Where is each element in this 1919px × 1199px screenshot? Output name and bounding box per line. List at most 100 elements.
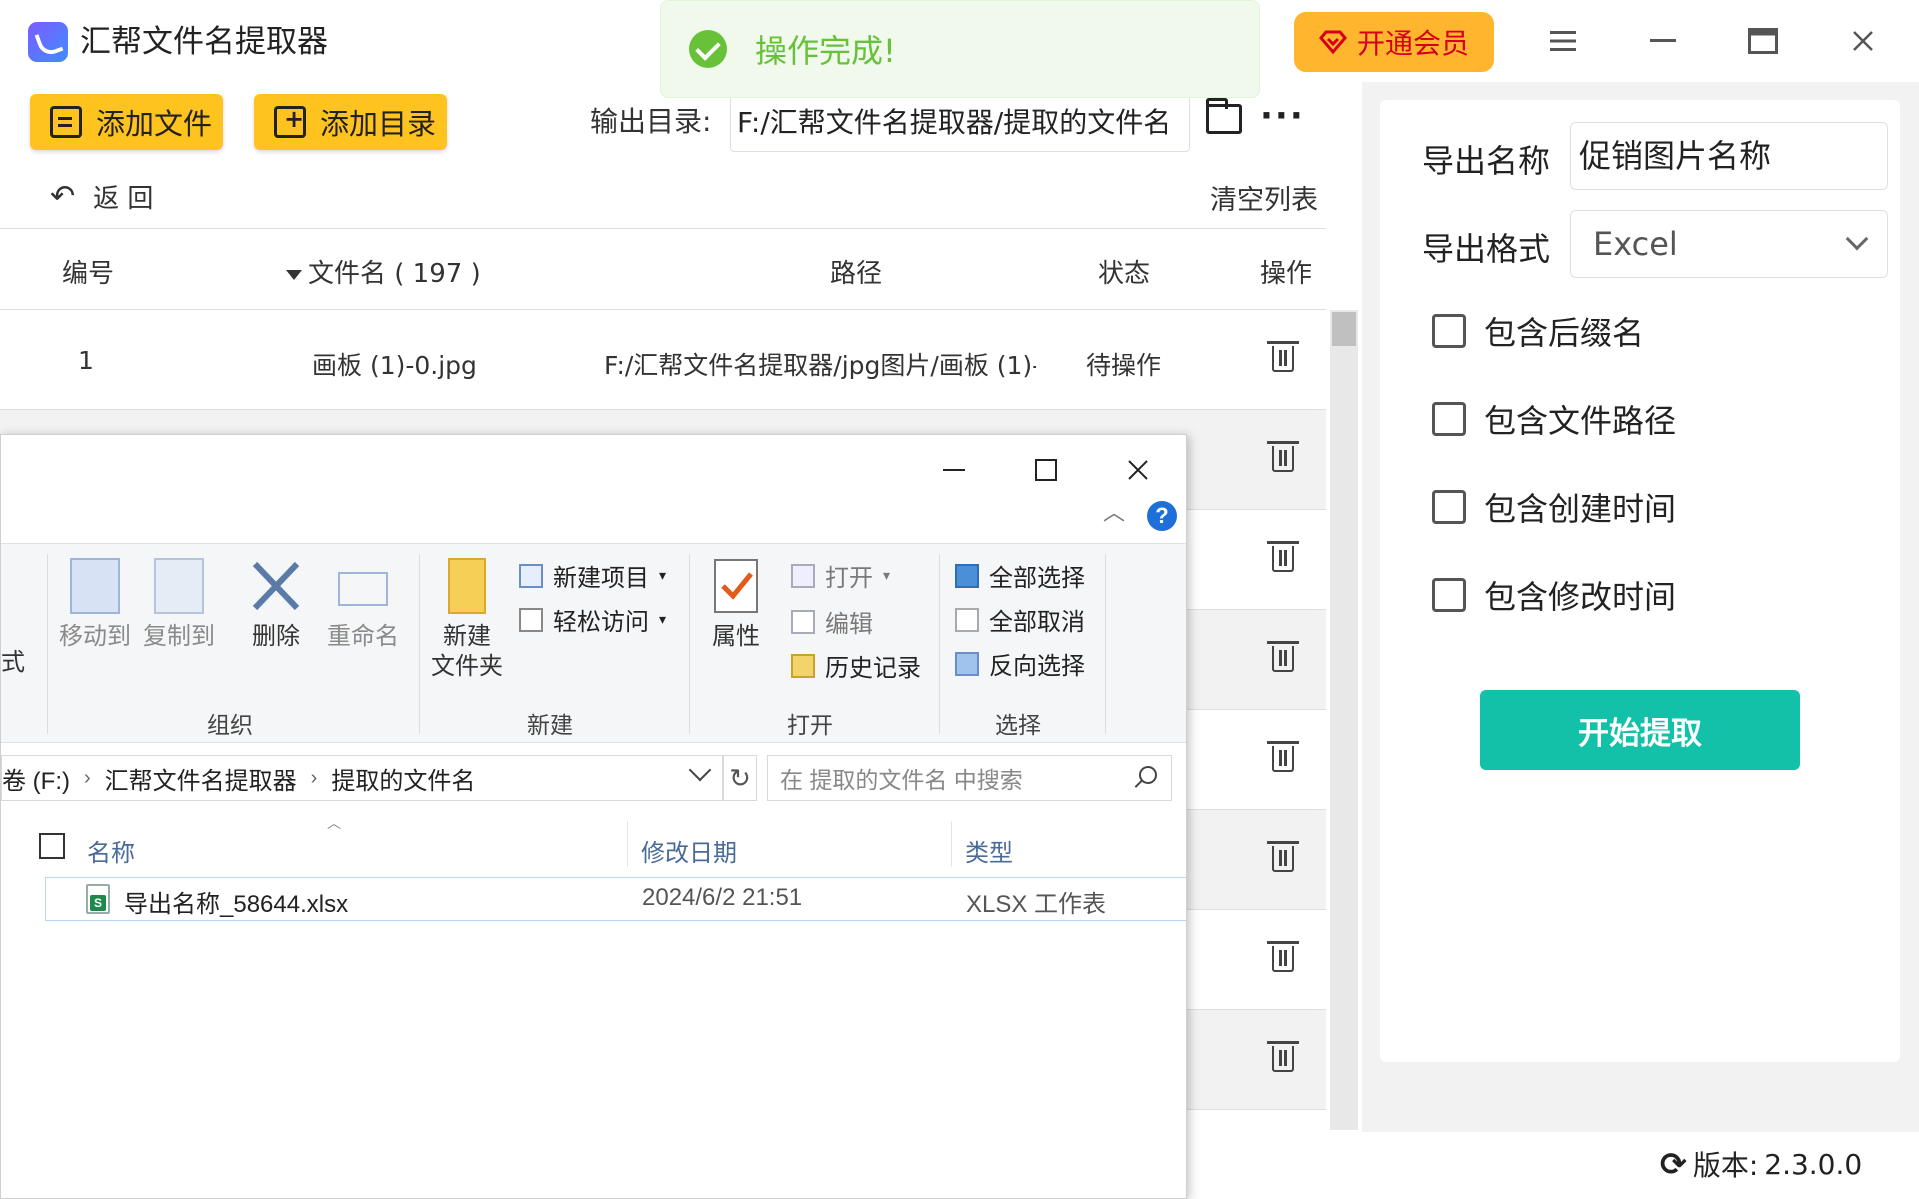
checkbox-box[interactable] (1432, 490, 1466, 524)
column-name[interactable]: 名称 (87, 833, 135, 868)
select-group-label: 选择 (995, 712, 1041, 738)
select-all-label: 全部选择 (989, 565, 1085, 592)
column-separator[interactable] (627, 821, 628, 867)
back-button[interactable]: ↶ 返 回 (50, 178, 153, 215)
include-path-checkbox[interactable]: 包含文件路径 (1432, 396, 1676, 442)
output-dir-input[interactable]: F:/汇帮文件名提取器/提取的文件名 (730, 94, 1190, 152)
column-separator[interactable] (951, 821, 952, 867)
folder-open-icon[interactable] (1206, 98, 1242, 134)
checkbox-box[interactable] (1432, 578, 1466, 612)
trash-icon[interactable] (1267, 741, 1299, 772)
select-none-icon (955, 607, 979, 632)
new-item-button[interactable]: 新建项目 ▾ (519, 558, 666, 593)
new-item-icon (519, 563, 543, 588)
add-folder-icon (274, 105, 306, 138)
ribbon-separator (939, 554, 940, 734)
copy-to-button[interactable]: 复制到 (143, 558, 215, 652)
export-settings-panel: 导出名称 促销图片名称 导出格式 Excel 包含后缀名 包含文件路径 包含创建… (1380, 100, 1900, 1062)
checkbox-box[interactable] (1432, 314, 1466, 348)
table-row: 1 画板 (1)-0.jpg F:/汇帮文件名提取器/jpg图片/画板 (1)-… (0, 310, 1326, 410)
explorer-refresh-button[interactable]: ↻ (723, 755, 757, 801)
breadcrumb-folder[interactable]: 汇帮文件名提取器 (105, 761, 297, 796)
breadcrumb-drive[interactable]: 卷 (F:) (2, 761, 70, 796)
breadcrumb-folder-current[interactable]: 提取的文件名 (331, 761, 475, 796)
explorer-close-button[interactable] (1113, 445, 1163, 495)
open-label: 打开 (825, 565, 873, 592)
minimize-icon (1650, 39, 1676, 42)
history-button[interactable]: 历史记录 (791, 648, 921, 683)
table-scrollbar[interactable] (1330, 310, 1358, 1130)
invert-selection-label: 反向选择 (989, 653, 1085, 680)
checkbox-label: 包含后缀名 (1484, 314, 1645, 352)
select-none-button[interactable]: 全部取消 (955, 602, 1085, 637)
refresh-icon[interactable]: ⟳ (1660, 1145, 1687, 1183)
column-type[interactable]: 类型 (965, 833, 1013, 868)
diamond-icon (1319, 30, 1347, 55)
close-button[interactable] (1840, 18, 1886, 64)
trash-icon[interactable] (1267, 541, 1299, 572)
file-modified-date: 2024/6/2 21:51 (642, 884, 803, 911)
help-icon[interactable]: ? (1147, 501, 1177, 531)
delete-button[interactable]: 删除 (251, 558, 301, 652)
trash-icon[interactable] (1267, 641, 1299, 672)
select-all-button[interactable]: 全部选择 (955, 558, 1085, 593)
edit-button[interactable]: 编辑 (791, 604, 873, 639)
undo-arrow-icon: ↶ (50, 179, 76, 214)
minimize-button[interactable] (1640, 18, 1686, 64)
trash-icon[interactable] (1267, 341, 1299, 372)
select-all-checkbox[interactable] (39, 833, 65, 859)
maximize-button[interactable] (1740, 18, 1786, 64)
ribbon-separator (419, 554, 420, 734)
column-status: 状态 (1098, 259, 1151, 289)
clear-list-button[interactable]: 清空列表 (1210, 178, 1318, 217)
back-label: 返 回 (93, 184, 154, 214)
excel-file-icon (86, 884, 110, 914)
properties-button[interactable]: 属性 (711, 558, 761, 652)
explorer-minimize-button[interactable] (929, 445, 979, 495)
explorer-search-input[interactable]: 在 提取的文件名 中搜索 (767, 755, 1172, 801)
easy-access-icon (519, 607, 543, 632)
checkbox-label: 包含文件路径 (1484, 402, 1677, 440)
vip-button[interactable]: 开通会员 (1294, 12, 1494, 72)
scroll-thumb[interactable] (1332, 312, 1356, 346)
column-filename[interactable]: 文件名 ( 197 ) (286, 253, 481, 290)
export-name-input[interactable]: 促销图片名称 (1570, 122, 1888, 190)
add-file-button[interactable]: 添加文件 (30, 94, 223, 150)
trash-icon[interactable] (1267, 1041, 1299, 1072)
trash-icon[interactable] (1267, 441, 1299, 472)
include-extension-checkbox[interactable]: 包含后缀名 (1432, 308, 1644, 354)
column-modified-date[interactable]: 修改日期 (641, 833, 737, 868)
trash-icon[interactable] (1267, 941, 1299, 972)
rename-button[interactable]: 重命名 (327, 558, 399, 652)
trash-icon[interactable] (1267, 841, 1299, 872)
new-folder-label-2: 文件夹 (431, 653, 503, 680)
invert-selection-button[interactable]: 反向选择 (955, 646, 1085, 681)
dropdown-arrow-icon: ▾ (883, 567, 891, 583)
chevron-up-icon[interactable]: ︿ (1103, 495, 1125, 527)
add-folder-button[interactable]: 添加目录 (254, 94, 447, 150)
easy-access-button[interactable]: 轻松访问 ▾ (519, 602, 666, 637)
move-to-button[interactable]: 移动到 (59, 558, 131, 652)
include-modified-time-checkbox[interactable]: 包含修改时间 (1432, 572, 1676, 618)
file-explorer-window: ︿ ? 式 移动到 复制到 删除 重命名 组织 新建 文件夹 新建项目 ▾ 轻松… (0, 434, 1187, 1199)
organize-group-label: 组织 (207, 712, 253, 738)
explorer-maximize-button[interactable] (1021, 445, 1071, 495)
menu-button[interactable] (1540, 18, 1586, 64)
history-label: 历史记录 (825, 655, 921, 682)
properties-check-icon (714, 559, 758, 613)
include-created-time-checkbox[interactable]: 包含创建时间 (1432, 484, 1676, 530)
more-icon[interactable]: ··· (1260, 96, 1305, 136)
chevron-down-icon[interactable] (688, 758, 712, 782)
new-folder-button[interactable]: 新建 文件夹 (431, 558, 503, 682)
export-format-label: 导出格式 (1422, 230, 1551, 268)
delete-label: 删除 (252, 623, 300, 650)
file-list-item[interactable]: 导出名称_58644.xlsx 2024/6/2 21:51 XLSX 工作表 (45, 877, 1186, 921)
address-bar[interactable]: 卷 (F:) › 汇帮文件名提取器 › 提取的文件名 (1, 755, 723, 801)
app-logo-icon (28, 22, 68, 62)
row-index: 1 (78, 346, 94, 375)
checkbox-box[interactable] (1432, 402, 1466, 436)
start-extract-button[interactable]: 开始提取 (1480, 690, 1800, 770)
vip-label: 开通会员 (1356, 27, 1469, 60)
open-button[interactable]: 打开 ▾ (791, 558, 890, 593)
export-format-select[interactable]: Excel (1570, 210, 1888, 278)
